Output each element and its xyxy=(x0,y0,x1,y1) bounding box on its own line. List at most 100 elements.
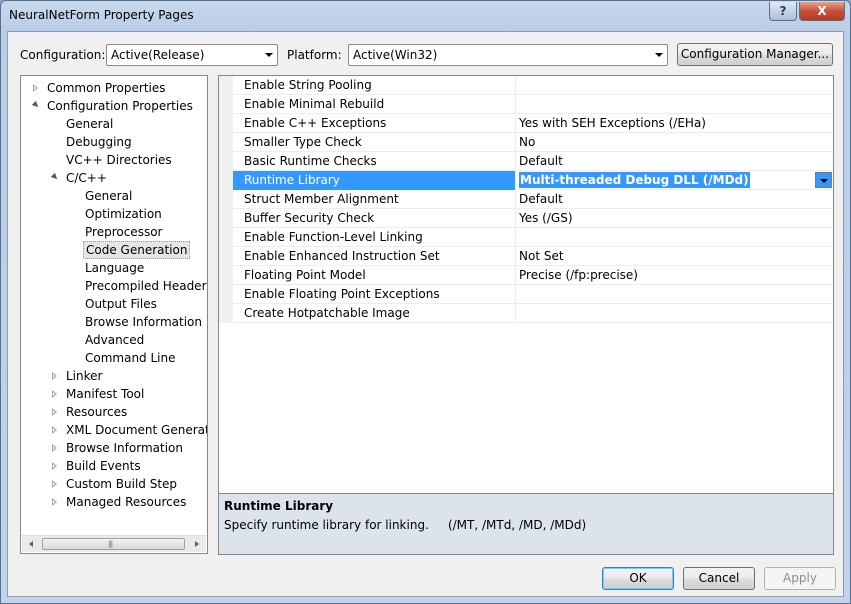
tree-item[interactable]: Browse Information xyxy=(83,313,204,331)
platform-value: Active(Win32) xyxy=(353,48,438,62)
help-button[interactable]: ? xyxy=(769,2,797,21)
tree-item[interactable]: Browse Information xyxy=(64,439,185,457)
property-value-text: Yes with SEH Exceptions (/EHa) xyxy=(519,116,706,130)
tree-item[interactable]: General xyxy=(83,187,134,205)
tree-item[interactable]: Common Properties xyxy=(45,79,168,97)
tree-item[interactable]: Debugging xyxy=(64,133,134,151)
category-tree[interactable]: Common Properties Configuration Propertie… xyxy=(20,75,208,554)
property-value[interactable] xyxy=(516,228,833,247)
property-row[interactable]: Create Hotpatchable Image xyxy=(233,304,833,323)
ok-button[interactable]: OK xyxy=(602,567,674,590)
property-value-text: Default xyxy=(519,192,563,206)
property-value[interactable] xyxy=(516,304,833,323)
collapse-triangle-icon[interactable] xyxy=(52,426,57,434)
property-value[interactable]: Not Set xyxy=(516,247,833,266)
collapse-triangle-icon[interactable] xyxy=(52,444,57,452)
property-value[interactable]: Precise (/fp:precise) xyxy=(516,266,833,285)
property-row[interactable]: Enable String Pooling xyxy=(233,76,833,95)
expand-triangle-icon[interactable] xyxy=(31,100,41,110)
property-row[interactable]: Enable C++ Exceptions Yes with SEH Except… xyxy=(233,114,833,133)
tree-item[interactable]: Precompiled Headers xyxy=(83,277,207,295)
property-row[interactable]: Floating Point Model Precise (/fp:precise… xyxy=(233,266,833,285)
title-bar[interactable]: NeuralNetForm Property Pages ? X xyxy=(1,1,850,31)
property-row[interactable]: Basic Runtime Checks Default xyxy=(233,152,833,171)
property-name: Enable Function-Level Linking xyxy=(233,228,516,247)
property-row[interactable]: Smaller Type Check No xyxy=(233,133,833,152)
property-value[interactable]: Multi-threaded Debug DLL (/MDd) xyxy=(516,171,833,190)
property-value[interactable]: Default xyxy=(516,190,833,209)
property-name: Runtime Library xyxy=(233,171,516,190)
property-row[interactable]: Enable Floating Point Exceptions xyxy=(233,285,833,304)
tree-item[interactable]: C/C++ xyxy=(64,169,109,187)
property-value-text: No xyxy=(519,135,536,149)
platform-combo[interactable]: Active(Win32) xyxy=(348,44,668,66)
property-row[interactable]: Buffer Security Check Yes (/GS) xyxy=(233,209,833,228)
tree-item[interactable]: Optimization xyxy=(83,205,164,223)
property-value[interactable] xyxy=(516,95,833,114)
property-value[interactable] xyxy=(516,76,833,95)
collapse-triangle-icon[interactable] xyxy=(52,498,57,506)
tree-item[interactable]: VC++ Directories xyxy=(64,151,174,169)
property-value-text: Not Set xyxy=(519,249,564,263)
property-name: Buffer Security Check xyxy=(233,209,516,228)
property-value[interactable]: No xyxy=(516,133,833,152)
tree-item[interactable]: Managed Resources xyxy=(64,493,188,511)
collapse-triangle-icon[interactable] xyxy=(52,480,57,488)
property-row[interactable]: Enable Function-Level Linking xyxy=(233,228,833,247)
description-title: Runtime Library xyxy=(224,499,334,513)
property-name: Enable Minimal Rebuild xyxy=(233,95,516,114)
property-row[interactable]: Struct Member Alignment Default xyxy=(233,190,833,209)
property-name: Create Hotpatchable Image xyxy=(233,304,516,323)
property-value[interactable]: Yes with SEH Exceptions (/EHa) xyxy=(516,114,833,133)
collapse-triangle-icon[interactable] xyxy=(33,84,38,92)
collapse-triangle-icon[interactable] xyxy=(52,372,57,380)
tree-item[interactable]: XML Document Generator xyxy=(64,421,207,439)
tree-item[interactable]: Build Events xyxy=(64,457,143,475)
scroll-right-icon[interactable] xyxy=(195,541,199,547)
tree-horizontal-scrollbar[interactable]: ||| xyxy=(22,535,206,552)
property-pages-window: NeuralNetForm Property Pages ? X Configu… xyxy=(0,0,851,604)
tree-item[interactable]: Preprocessor xyxy=(83,223,164,241)
window-title: NeuralNetForm Property Pages xyxy=(9,8,194,22)
scroll-left-icon[interactable] xyxy=(29,541,33,547)
apply-button[interactable]: Apply xyxy=(764,567,836,590)
property-grid[interactable]: Enable String Pooling Enable Minimal Rebu… xyxy=(218,75,834,494)
dialog-client: Configuration: Active(Release) Platform:… xyxy=(7,31,844,597)
tree-item[interactable]: Custom Build Step xyxy=(64,475,179,493)
configuration-combo[interactable]: Active(Release) xyxy=(106,44,278,66)
close-button[interactable]: X xyxy=(799,2,845,21)
configuration-value: Active(Release) xyxy=(111,48,205,62)
tree-item[interactable]: Advanced xyxy=(83,331,146,349)
expand-triangle-icon[interactable] xyxy=(50,172,60,182)
tree-item[interactable]: Command Line xyxy=(83,349,178,367)
tree-item[interactable]: Code Generation xyxy=(83,241,191,259)
property-value[interactable] xyxy=(516,285,833,304)
property-value[interactable]: Yes (/GS) xyxy=(516,209,833,228)
tree-item[interactable]: Manifest Tool xyxy=(64,385,146,403)
collapse-triangle-icon[interactable] xyxy=(52,408,57,416)
property-name: Floating Point Model xyxy=(233,266,516,285)
scrollbar-thumb[interactable]: ||| xyxy=(42,538,185,550)
tree-item[interactable]: Linker xyxy=(64,367,104,385)
property-name: Enable String Pooling xyxy=(233,76,516,95)
tree-item[interactable]: Output Files xyxy=(83,295,159,313)
tree-item[interactable]: Configuration Properties xyxy=(45,97,195,115)
cancel-button[interactable]: Cancel xyxy=(683,567,755,590)
grip-icon: ||| xyxy=(108,540,113,548)
grid-gutter xyxy=(219,76,233,323)
dropdown-arrow-icon[interactable] xyxy=(815,172,832,188)
tree-item[interactable]: Resources xyxy=(64,403,129,421)
collapse-triangle-icon[interactable] xyxy=(52,390,57,398)
property-name: Enable C++ Exceptions xyxy=(233,114,516,133)
property-row[interactable]: Enable Minimal Rebuild xyxy=(233,95,833,114)
property-name: Smaller Type Check xyxy=(233,133,516,152)
property-value[interactable]: Default xyxy=(516,152,833,171)
platform-label: Platform: xyxy=(287,48,342,62)
tree-item[interactable]: Language xyxy=(83,259,146,277)
property-row[interactable]: Enable Enhanced Instruction Set Not Set xyxy=(233,247,833,266)
collapse-triangle-icon[interactable] xyxy=(52,462,57,470)
tree-item[interactable]: General xyxy=(64,115,115,133)
configuration-manager-button[interactable]: Configuration Manager... xyxy=(677,43,833,66)
property-row[interactable]: Runtime Library Multi-threaded Debug DLL … xyxy=(233,171,833,190)
property-value-text: Default xyxy=(519,154,563,168)
